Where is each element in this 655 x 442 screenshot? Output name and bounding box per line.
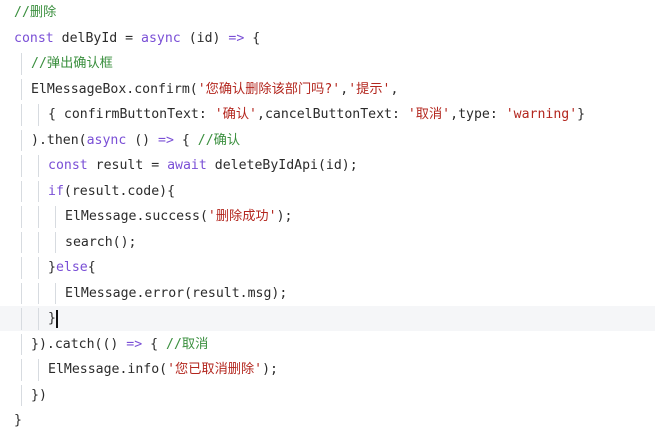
code-token: else <box>55 260 88 275</box>
code-token: { confirmButtonText: <box>48 107 215 122</box>
code-line[interactable]: ElMessageBox.confirm('您确认删除该部门吗?','提示', <box>31 77 398 102</box>
code-line[interactable]: ElMessage.success('删除成功'); <box>65 204 292 229</box>
indent-guide <box>21 308 23 330</box>
code-line[interactable]: ElMessage.info('您已取消删除'); <box>48 357 278 382</box>
code-token: //弹出确认框 <box>31 56 113 71</box>
text-cursor <box>56 310 58 328</box>
code-token: result = <box>87 158 168 173</box>
code-token: '您已取消删除' <box>167 362 263 377</box>
code-token: async <box>141 30 181 46</box>
code-token: { <box>244 30 261 46</box>
indent-guide <box>21 180 23 202</box>
code-line[interactable]: //删除 <box>14 0 56 25</box>
code-line[interactable]: ElMessage.error(result.msg); <box>65 281 287 306</box>
code-token: async <box>86 132 127 148</box>
code-line[interactable]: search(); <box>65 230 136 255</box>
indent-guide <box>21 231 23 253</box>
code-token: { <box>87 260 96 275</box>
indent-guide <box>38 155 40 177</box>
code-editor[interactable]: //删除 const delById = async (id) => { //弹出确… <box>0 0 655 442</box>
indent-guide <box>21 129 23 151</box>
code-line[interactable]: { confirmButtonText: '确认',cancelButtonTe… <box>48 102 585 127</box>
indent-guide <box>55 231 57 253</box>
code-token: ,type: <box>450 107 506 122</box>
indent-guide <box>38 282 40 304</box>
indent-guide <box>38 359 40 381</box>
code-token: ElMessage.success( <box>65 209 208 224</box>
indent-guide <box>38 180 40 202</box>
code-token: '删除成功' <box>207 209 277 224</box>
code-token: const <box>14 30 54 46</box>
indent-guide <box>38 206 40 228</box>
code-line[interactable]: const delById = async (id) => { <box>14 26 260 51</box>
code-token: } <box>577 107 586 122</box>
indent-guide <box>55 282 57 304</box>
code-token: const <box>48 158 88 173</box>
indent-guide <box>21 155 23 177</box>
code-token: (id) <box>180 30 229 46</box>
code-token: if <box>48 183 64 199</box>
code-token: '您确认删除该部门吗?' <box>197 81 341 97</box>
code-token: delById = <box>53 30 142 46</box>
code-line[interactable]: //弹出确认框 <box>31 51 113 76</box>
code-line[interactable]: }) <box>31 383 47 408</box>
code-line[interactable]: }else{ <box>48 255 96 280</box>
code-line[interactable]: } <box>48 306 56 331</box>
indent-guide <box>38 308 40 330</box>
code-token: , <box>390 81 399 97</box>
code-token: ); <box>262 362 278 377</box>
code-token: , <box>340 81 349 97</box>
code-token: deleteByIdApi(id); <box>206 158 358 173</box>
code-token: //取消 <box>166 336 209 352</box>
code-token: ElMessage.error(result.msg); <box>65 285 288 301</box>
code-token: //删除 <box>14 5 57 20</box>
indent-guide <box>21 53 23 75</box>
indent-guide <box>21 359 23 381</box>
code-token: => <box>126 336 143 352</box>
code-token: '提示' <box>348 81 391 97</box>
indent-guide <box>38 231 40 253</box>
indent-guide <box>21 257 23 279</box>
code-token: ); <box>276 209 293 224</box>
code-token: }) <box>31 387 47 403</box>
code-line[interactable]: ).then(async () => { //确认 <box>31 128 240 153</box>
code-token: //确认 <box>197 132 241 148</box>
code-token: '确认' <box>214 107 257 122</box>
code-token: ElMessageBox.confirm( <box>31 81 198 97</box>
code-line[interactable]: }).catch(() => { //取消 <box>31 332 208 357</box>
indent-guide <box>55 206 57 228</box>
code-token: ,cancelButtonText: <box>257 107 408 122</box>
code-token: () <box>126 132 159 148</box>
current-line-highlight <box>0 306 655 331</box>
indent-guide <box>21 333 23 355</box>
code-token: await <box>167 158 207 173</box>
indent-guide <box>38 104 40 126</box>
code-token: { <box>173 132 198 148</box>
indent-guide <box>21 206 23 228</box>
code-token: } <box>48 311 56 326</box>
code-token: => <box>158 132 174 148</box>
code-token: search(); <box>65 234 137 250</box>
indent-guide <box>38 257 40 279</box>
indent-guide <box>21 104 23 126</box>
code-token: } <box>14 413 22 428</box>
indent-guide <box>21 78 23 100</box>
code-token: ElMessage.info( <box>48 362 168 377</box>
code-token: => <box>228 30 245 46</box>
code-token: 'warning' <box>505 107 578 122</box>
indent-guide <box>21 282 23 304</box>
code-token: (result.code){ <box>63 183 176 199</box>
code-token: }).catch(() <box>31 336 127 352</box>
code-token: } <box>48 260 56 275</box>
code-line[interactable]: if(result.code){ <box>48 179 175 204</box>
code-line[interactable]: } <box>14 408 22 433</box>
code-token: { <box>142 336 166 352</box>
code-token: '取消' <box>407 107 451 122</box>
code-line[interactable]: const result = await deleteByIdApi(id); <box>48 153 358 178</box>
indent-guide <box>21 384 23 406</box>
code-token: ).then( <box>31 132 87 148</box>
